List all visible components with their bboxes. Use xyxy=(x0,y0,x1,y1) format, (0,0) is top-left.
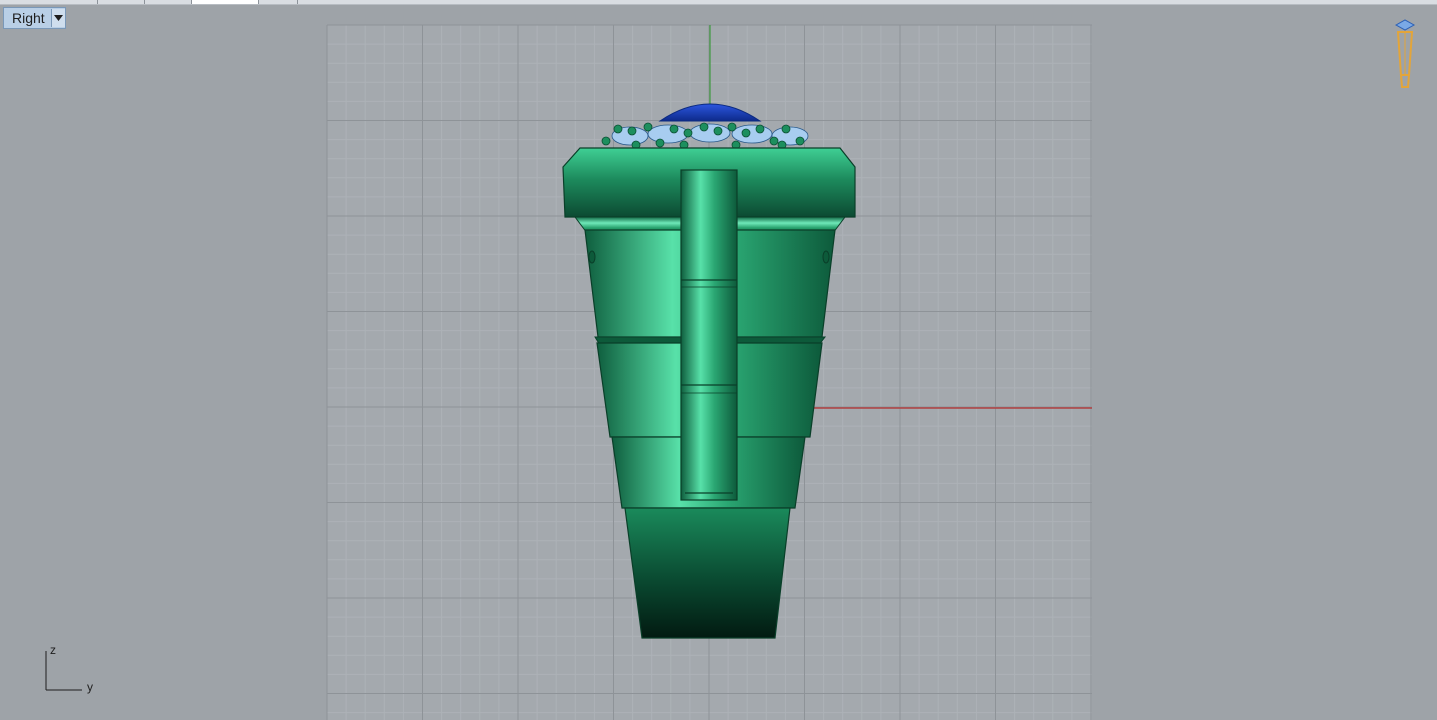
prong-bead xyxy=(655,138,665,148)
viewport-title-label[interactable]: Right xyxy=(4,9,51,27)
prong-bead xyxy=(627,126,637,136)
viewport-tab[interactable] xyxy=(145,0,192,4)
viewport-scene[interactable] xyxy=(0,5,1437,720)
right-viewport[interactable]: Right z y xyxy=(0,5,1437,720)
prong-bead xyxy=(699,122,709,132)
prong-bead xyxy=(613,124,623,134)
axis-indicator: z y xyxy=(40,643,110,705)
prong-bead xyxy=(769,136,779,146)
prong-bead xyxy=(741,128,751,138)
shank xyxy=(624,507,791,639)
prong-bead xyxy=(795,136,805,146)
viewport-tab[interactable] xyxy=(98,0,145,4)
viewport-tab[interactable] xyxy=(0,0,98,4)
prong-bead xyxy=(727,122,737,132)
viewport-title[interactable]: Right xyxy=(3,7,66,29)
prong-bead xyxy=(755,124,765,134)
prong-bead xyxy=(683,128,693,138)
viewport-tab-active[interactable] xyxy=(192,0,259,4)
center-spine xyxy=(680,169,738,501)
caret-down-icon[interactable] xyxy=(50,9,65,27)
prong-bead xyxy=(713,126,723,136)
viewport-tab[interactable] xyxy=(259,0,298,4)
prong-bead xyxy=(601,136,611,146)
axis-y-label: y xyxy=(87,680,93,694)
prong-bead xyxy=(643,122,653,132)
prong-bead xyxy=(781,124,791,134)
axis-z-label: z xyxy=(50,643,56,657)
prong-bead xyxy=(669,124,679,134)
ring-thumbnail-icon[interactable] xyxy=(1390,17,1420,95)
